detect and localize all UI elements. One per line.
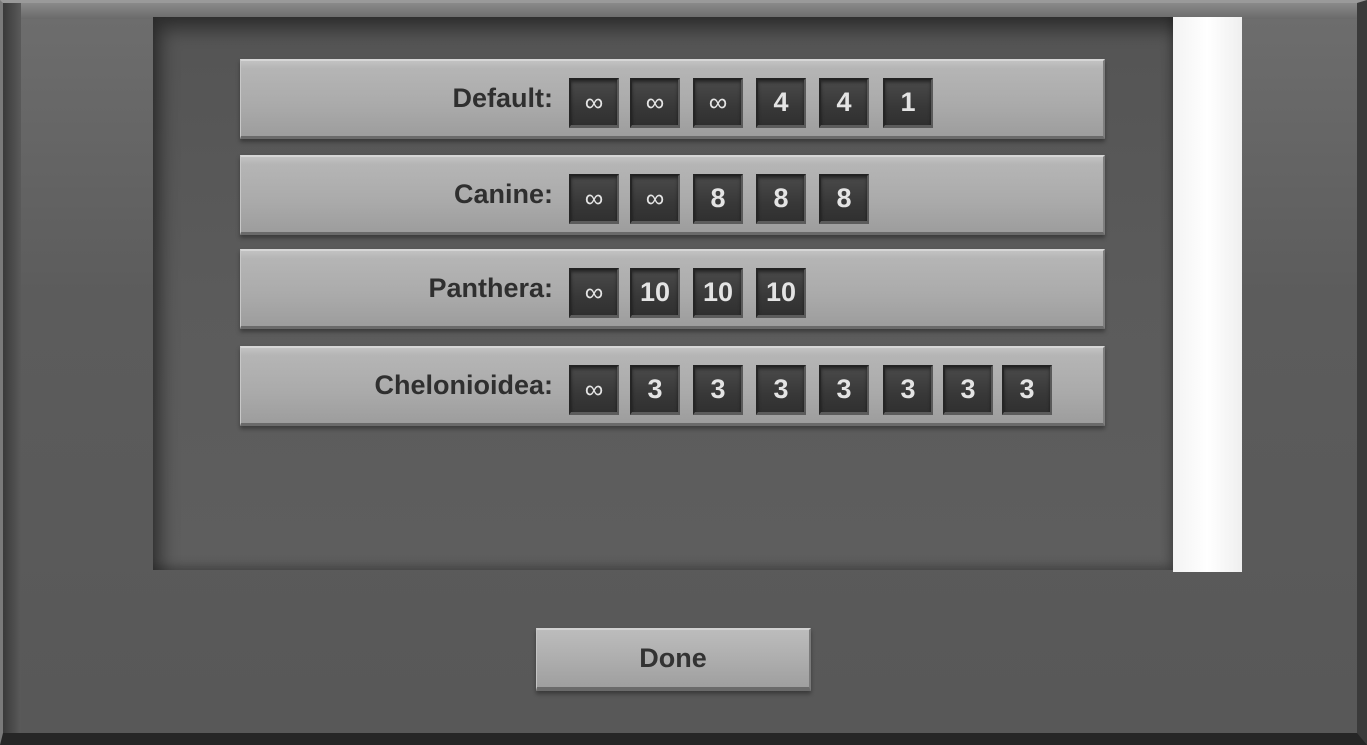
slot[interactable]: 3 (693, 365, 743, 415)
slot[interactable]: 3 (1002, 365, 1052, 415)
slot[interactable]: ∞ (569, 174, 619, 224)
slot[interactable]: ∞ (569, 78, 619, 128)
slot[interactable]: 10 (630, 268, 680, 318)
slot[interactable]: 1 (883, 78, 933, 128)
row-chelonioidea[interactable]: Chelonioidea: ∞ 3 3 3 3 3 3 3 (240, 346, 1105, 426)
row-label: Chelonioidea: (374, 370, 553, 400)
slot[interactable]: 3 (943, 365, 993, 415)
slot[interactable]: 4 (756, 78, 806, 128)
slot[interactable]: 8 (819, 174, 869, 224)
slot[interactable]: 3 (819, 365, 869, 415)
slot[interactable]: ∞ (630, 174, 680, 224)
row-label: Panthera: (428, 273, 553, 303)
slot[interactable]: 4 (819, 78, 869, 128)
scrollbar[interactable] (1173, 17, 1242, 572)
done-button[interactable]: Done (536, 628, 811, 691)
slot[interactable]: 3 (756, 365, 806, 415)
slot[interactable]: ∞ (693, 78, 743, 128)
slot[interactable]: ∞ (569, 268, 619, 318)
slot[interactable]: ∞ (630, 78, 680, 128)
slot[interactable]: 8 (693, 174, 743, 224)
slot[interactable]: ∞ (569, 365, 619, 415)
row-canine[interactable]: Canine: ∞ ∞ 8 8 8 (240, 155, 1105, 235)
slot[interactable]: 10 (693, 268, 743, 318)
row-default[interactable]: Default: ∞ ∞ ∞ 4 4 1 (240, 59, 1105, 139)
row-label: Canine: (453, 179, 553, 209)
slot[interactable]: 8 (756, 174, 806, 224)
slot[interactable]: 10 (756, 268, 806, 318)
row-panthera[interactable]: Panthera: ∞ 10 10 10 (240, 249, 1105, 329)
slot[interactable]: 3 (630, 365, 680, 415)
row-label: Default: (452, 83, 554, 113)
slot[interactable]: 3 (883, 365, 933, 415)
